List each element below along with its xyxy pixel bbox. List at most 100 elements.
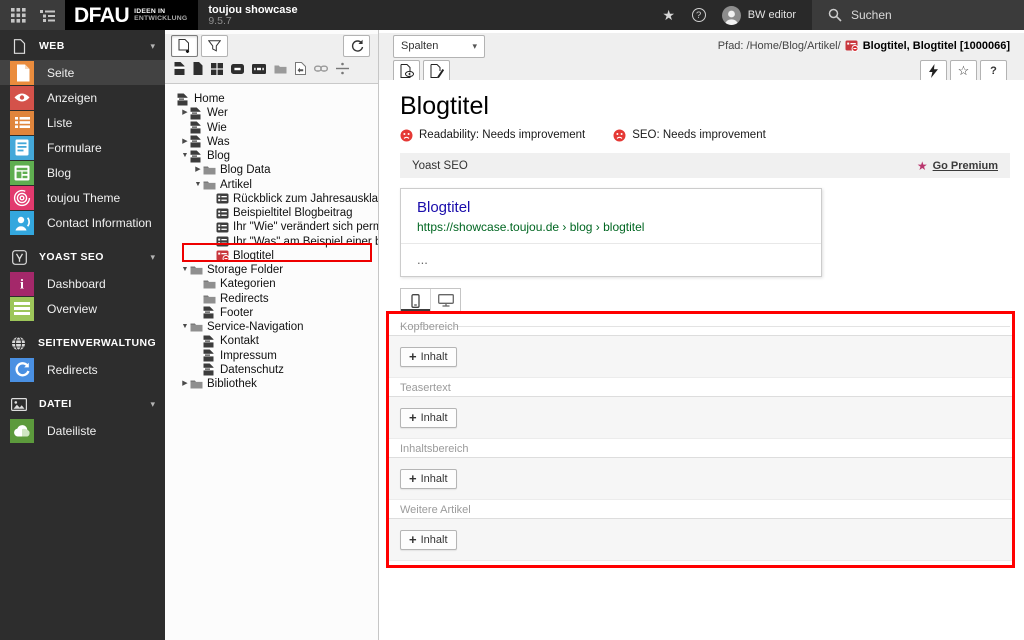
tree-node-datenschutz[interactable]: Datenschutz xyxy=(165,363,378,377)
page-icon xyxy=(190,150,205,163)
add-content-button[interactable]: + Inhalt xyxy=(400,407,457,428)
tree-node-redirects[interactable]: Redirects xyxy=(165,292,378,306)
tree-node-home[interactable]: Home xyxy=(165,92,378,106)
tree-node-service-navigation[interactable]: ▼ Service-Navigation xyxy=(165,320,378,334)
tree-node-kategorien[interactable]: Kategorien xyxy=(165,277,378,291)
chevron-down-icon: ▾ xyxy=(472,40,477,51)
module-section-seitenverwaltung[interactable]: SEITENVERWALTUNG▾ xyxy=(0,329,173,357)
clear-cache-button[interactable] xyxy=(920,60,947,82)
go-premium-link[interactable]: ★ Go Premium xyxy=(917,159,998,173)
content-section-weitere-artikel: Weitere Artikel + Inhalt xyxy=(389,500,1012,561)
tree-node-footer[interactable]: Footer xyxy=(165,306,378,320)
recycler-icon[interactable] xyxy=(295,62,306,75)
page-icon xyxy=(190,135,205,148)
dfau-logo[interactable]: DFAU IDEEN IN ENTWICKLUNG xyxy=(65,0,199,30)
tree-expander-icon[interactable]: ▼ xyxy=(193,180,203,190)
page-standard-icon[interactable] xyxy=(174,62,185,75)
page-icon xyxy=(177,93,192,106)
docheader-help-button[interactable]: ? xyxy=(980,60,1007,82)
bookmark-button[interactable]: ☆ xyxy=(950,60,977,82)
mobile-preview-button[interactable] xyxy=(401,289,430,312)
page-icon xyxy=(10,60,34,85)
sidebar-item-dateiliste[interactable]: Dateiliste xyxy=(0,418,165,443)
site-info: toujou showcase 9.5.7 xyxy=(208,0,297,30)
fingerprint-icon xyxy=(10,185,34,210)
spacer-icon[interactable] xyxy=(252,63,266,74)
chevron-down-icon: ▾ xyxy=(150,40,155,51)
add-content-button[interactable]: + Inhalt xyxy=(400,468,457,489)
tree-node-bibliothek[interactable]: ▶ Bibliothek xyxy=(165,377,378,391)
tree-expander-icon[interactable]: ▶ xyxy=(180,108,190,118)
tree-node-kontakt[interactable]: Kontakt xyxy=(165,334,378,348)
search-input[interactable]: Suchen xyxy=(812,0,1024,30)
page-plain-icon[interactable] xyxy=(193,62,203,75)
refresh-tree-button[interactable] xyxy=(343,35,370,57)
sysfolder-icon[interactable] xyxy=(274,64,287,74)
pagetree-toggle-icon[interactable] xyxy=(39,9,55,22)
sidebar-item-seite[interactable]: Seite xyxy=(0,60,165,85)
tree-expander-icon[interactable]: ▼ xyxy=(180,151,190,161)
page-icon xyxy=(203,335,218,348)
tree-node-wie[interactable]: Wie xyxy=(165,121,378,135)
folder-icon xyxy=(203,279,218,289)
annotation-box-content: Kopfbereich + Inhalt Teasertext + Inhalt Inhal… xyxy=(386,311,1015,568)
module-section-web[interactable]: WEB ▾ xyxy=(0,32,165,60)
tree-node-impressum[interactable]: Impressum xyxy=(165,349,378,363)
help-icon[interactable]: ? xyxy=(684,0,714,30)
tree-node-ihr-wie-ver-ndert-sich-permanent[interactable]: Ihr "Wie" verändert sich permanent xyxy=(165,220,378,234)
edit-page-button[interactable] xyxy=(423,60,450,82)
tree-node-artikel[interactable]: ▼ Artikel xyxy=(165,178,378,192)
sidebar-item-toujou-theme[interactable]: toujou Theme xyxy=(0,185,165,210)
folder-icon xyxy=(190,322,205,332)
yoast-panel-header[interactable]: Yoast SEO ★ Go Premium xyxy=(400,153,1010,178)
mount-point-icon[interactable] xyxy=(231,63,244,74)
view-page-button[interactable] xyxy=(393,60,420,82)
sidebar-item-anzeigen[interactable]: Anzeigen xyxy=(0,85,165,110)
page-icon xyxy=(203,363,218,376)
tree-node-wer[interactable]: ▶ Wer xyxy=(165,106,378,120)
content-section-kopfbereich: Kopfbereich + Inhalt xyxy=(389,317,1012,378)
page-icon xyxy=(203,306,218,319)
backend-section-icon[interactable] xyxy=(211,62,223,75)
cloud-icon xyxy=(10,418,34,443)
tree-node-beispieltitel-blogbeitrag[interactable]: Beispieltitel Blogbeitrag xyxy=(165,206,378,220)
user-menu[interactable]: BW editor xyxy=(714,0,812,30)
sidebar-item-formulare[interactable]: Formulare xyxy=(0,135,165,160)
tree-expander-icon[interactable]: ▶ xyxy=(180,137,190,147)
tree-node-ihr-was-am-beispiel-einer-bestimm[interactable]: Ihr "Was" am Beispiel einer bestimm xyxy=(165,235,378,249)
tree-expander-icon[interactable]: ▼ xyxy=(180,265,190,275)
tree-node-blogtitel[interactable]: Blogtitel xyxy=(165,249,378,263)
modules-grid-icon[interactable] xyxy=(10,7,26,23)
add-content-button[interactable]: + Inhalt xyxy=(400,346,457,367)
module-section-datei[interactable]: DATEI ▾ xyxy=(0,390,165,418)
sidebar-item-contact-information[interactable]: Contact Information xyxy=(0,210,165,235)
columns-select[interactable]: Spalten ▾ xyxy=(393,34,485,58)
filter-button[interactable] xyxy=(201,35,228,57)
snippet-title[interactable]: Blogtitel xyxy=(401,189,821,216)
tree-node-storage-folder[interactable]: ▼ Storage Folder xyxy=(165,263,378,277)
tree-expander-icon[interactable]: ▼ xyxy=(180,322,190,332)
tree-node-was[interactable]: ▶ Was xyxy=(165,135,378,149)
tree-expander-icon[interactable]: ▶ xyxy=(193,165,203,175)
sidebar-item-liste[interactable]: Liste xyxy=(0,110,165,135)
content-section-teasertext: Teasertext + Inhalt xyxy=(389,378,1012,439)
svg-text:i: i xyxy=(20,278,24,292)
tree-expander-icon[interactable]: ▶ xyxy=(180,379,190,389)
external-link-icon[interactable] xyxy=(314,62,328,75)
separator-icon[interactable] xyxy=(336,62,349,75)
tree-node-r-ckblick-zum-jahresausklangsever[interactable]: Rückblick zum Jahresausklangsever xyxy=(165,192,378,206)
tree-node-blog[interactable]: ▼ Blog xyxy=(165,149,378,163)
desktop-preview-button[interactable] xyxy=(430,289,460,312)
sidebar-item-blog[interactable]: Blog xyxy=(0,160,165,185)
sidebar-item-dashboard[interactable]: i Dashboard xyxy=(0,271,165,296)
site-name: toujou showcase xyxy=(208,3,298,16)
sidebar-item-redirects[interactable]: Redirects xyxy=(0,357,165,382)
add-content-button[interactable]: + Inhalt xyxy=(400,529,457,550)
bookmark-star-icon[interactable]: ★ xyxy=(654,0,684,30)
search-icon xyxy=(828,8,842,22)
new-page-button[interactable] xyxy=(171,35,198,57)
tree-node-blog-data[interactable]: ▶ Blog Data xyxy=(165,163,378,177)
module-section-yoast-seo[interactable]: YOAST SEO ▾ xyxy=(0,243,165,271)
sidebar-item-overview[interactable]: Overview xyxy=(0,296,165,321)
section-label: Inhaltsbereich xyxy=(389,439,1012,458)
